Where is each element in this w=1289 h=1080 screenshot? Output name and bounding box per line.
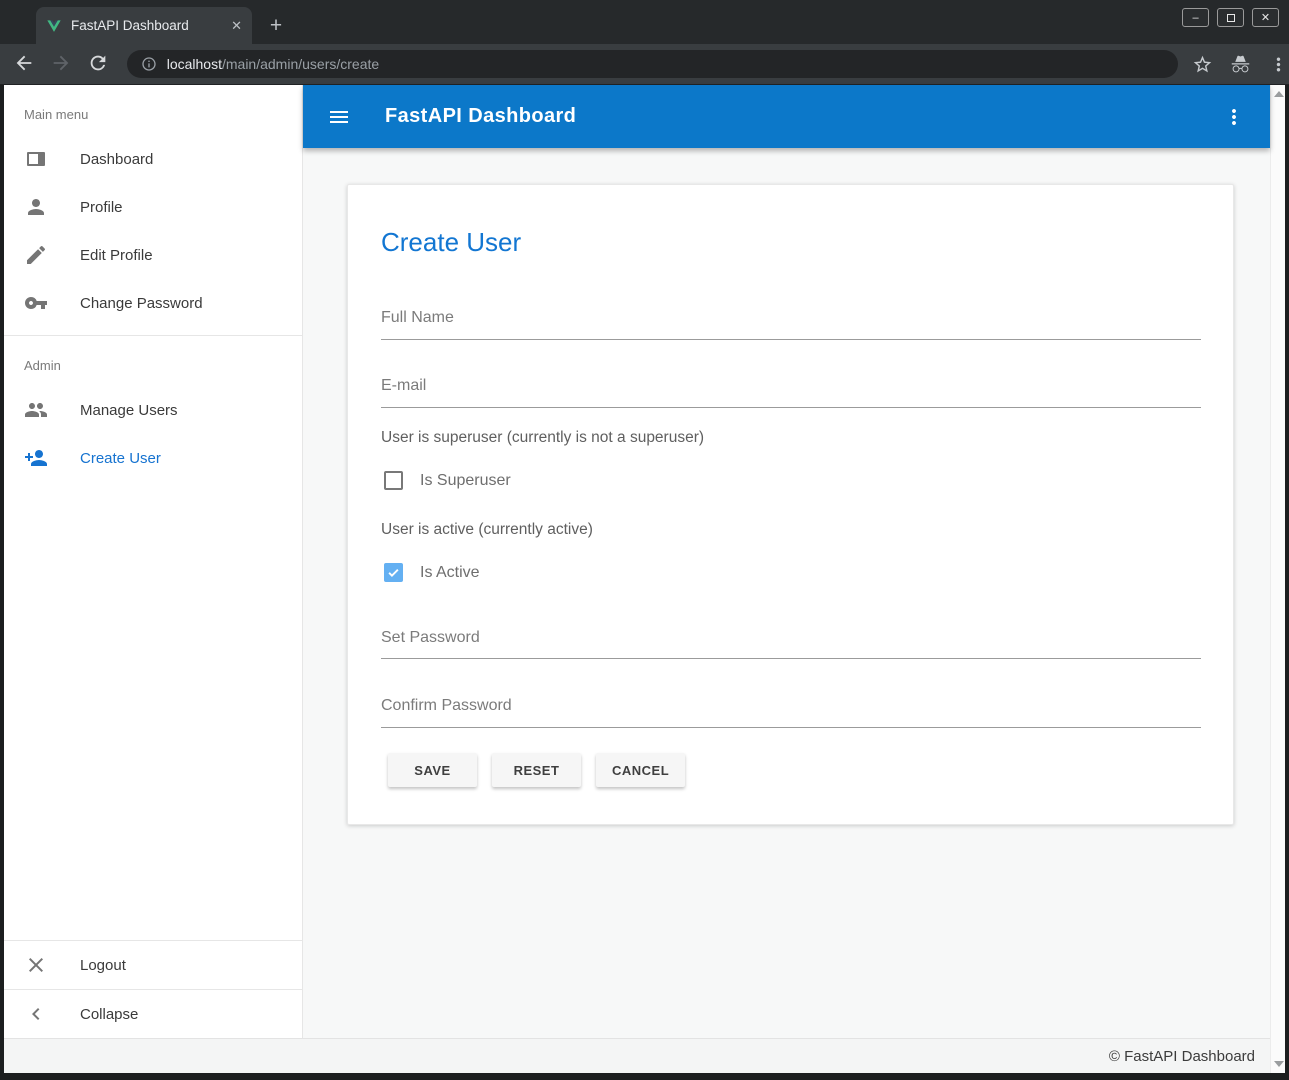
vue-logo-icon [46, 18, 62, 34]
is-superuser-checkbox-row[interactable]: Is Superuser [384, 471, 511, 490]
sidebar-item-logout[interactable]: Logout [4, 941, 302, 989]
minimize-button[interactable]: – [1182, 8, 1209, 27]
save-button[interactable]: SAVE [388, 753, 477, 787]
bookmark-star-icon[interactable] [1192, 54, 1213, 75]
sidebar-item-label: Dashboard [80, 151, 153, 168]
sidebar-item-label: Profile [80, 199, 123, 216]
people-icon [24, 398, 48, 422]
checkbox-label: Is Active [420, 564, 480, 582]
set-password-underline [381, 658, 1201, 659]
full-name-field[interactable]: Full Name [381, 309, 454, 327]
sidebar-section-admin: Admin [4, 336, 302, 386]
create-user-card: Create User Full Name E-mail User is sup… [347, 184, 1234, 825]
sidebar-item-create-user[interactable]: Create User [4, 434, 302, 482]
email-underline [381, 407, 1201, 408]
tab-close-icon[interactable]: ✕ [231, 18, 242, 34]
hamburger-menu-icon[interactable] [327, 105, 351, 129]
pencil-icon [24, 243, 48, 267]
new-tab-button[interactable]: + [262, 12, 290, 40]
full-name-underline [381, 339, 1201, 340]
sidebar-item-label: Create User [80, 450, 161, 467]
sidebar-item-label: Edit Profile [80, 247, 153, 264]
maximize-button[interactable] [1217, 8, 1244, 27]
app-bar: FastAPI Dashboard [303, 85, 1270, 148]
confirm-password-field[interactable]: Confirm Password [381, 697, 512, 715]
set-password-field[interactable]: Set Password [381, 629, 480, 647]
checkbox-label: Is Superuser [420, 472, 511, 490]
reset-button[interactable]: RESET [492, 753, 581, 787]
sidebar-item-label: Logout [80, 957, 126, 974]
main-content: Create User Full Name E-mail User is sup… [303, 148, 1270, 1038]
app-bar-title: FastAPI Dashboard [385, 105, 576, 128]
dashboard-icon [24, 147, 48, 171]
url-path: /main/admin/users/create [222, 56, 379, 72]
tab-title: FastAPI Dashboard [71, 18, 222, 33]
url-bar[interactable]: localhost/main/admin/users/create [127, 50, 1178, 78]
app-bar-menu-icon[interactable] [1222, 105, 1246, 129]
browser-toolbar: localhost/main/admin/users/create [0, 44, 1289, 85]
sidebar-item-label: Change Password [80, 295, 203, 312]
checkbox-unchecked-icon[interactable] [384, 471, 403, 490]
confirm-password-underline [381, 727, 1201, 728]
checkbox-checked-icon[interactable] [384, 563, 403, 582]
sidebar-item-profile[interactable]: Profile [4, 183, 302, 231]
page-viewport: Main menu Dashboard Profile Edit Profile… [4, 85, 1285, 1073]
page-scrollbar[interactable] [1270, 85, 1285, 1073]
chevron-left-icon [24, 1002, 48, 1026]
browser-tab[interactable]: FastAPI Dashboard ✕ [36, 7, 252, 44]
sidebar-item-collapse[interactable]: Collapse [4, 990, 302, 1038]
sidebar-spacer [4, 482, 302, 940]
forward-icon[interactable] [50, 52, 74, 76]
close-x-icon [24, 953, 48, 977]
incognito-icon [1230, 54, 1251, 75]
browser-menu-icon[interactable] [1268, 54, 1289, 75]
sidebar-item-dashboard[interactable]: Dashboard [4, 135, 302, 183]
page-footer: © FastAPI Dashboard [4, 1038, 1270, 1073]
sidebar-item-label: Manage Users [80, 402, 178, 419]
tab-strip: FastAPI Dashboard ✕ + – ✕ [0, 0, 1289, 44]
sidebar-section-main-menu: Main menu [4, 85, 302, 135]
is-active-checkbox-row[interactable]: Is Active [384, 563, 480, 582]
person-add-icon [24, 446, 48, 470]
window-controls: – ✕ [1182, 8, 1279, 27]
browser-window: FastAPI Dashboard ✕ + – ✕ localhost/main… [0, 0, 1289, 1080]
key-icon [24, 291, 48, 315]
page-title: Create User [381, 227, 521, 258]
sidebar-item-manage-users[interactable]: Manage Users [4, 386, 302, 434]
form-actions: SAVE RESET CANCEL [388, 753, 685, 787]
cancel-button[interactable]: CANCEL [596, 753, 685, 787]
sidebar: Main menu Dashboard Profile Edit Profile… [4, 85, 303, 1038]
sidebar-item-label: Collapse [80, 1006, 138, 1023]
person-icon [24, 195, 48, 219]
scroll-down-icon[interactable] [1274, 1061, 1284, 1067]
close-button[interactable]: ✕ [1252, 8, 1279, 27]
url-text: localhost/main/admin/users/create [167, 56, 379, 72]
email-field[interactable]: E-mail [381, 377, 426, 395]
active-hint: User is active (currently active) [381, 521, 593, 539]
footer-copyright: © FastAPI Dashboard [1109, 1048, 1255, 1065]
sidebar-item-edit-profile[interactable]: Edit Profile [4, 231, 302, 279]
sidebar-item-change-password[interactable]: Change Password [4, 279, 302, 327]
scroll-up-icon[interactable] [1274, 91, 1284, 97]
page-info-icon[interactable] [141, 56, 157, 72]
reload-icon[interactable] [87, 52, 111, 76]
back-icon[interactable] [13, 52, 37, 76]
url-host: localhost [167, 56, 222, 72]
superuser-hint: User is superuser (currently is not a su… [381, 429, 704, 447]
